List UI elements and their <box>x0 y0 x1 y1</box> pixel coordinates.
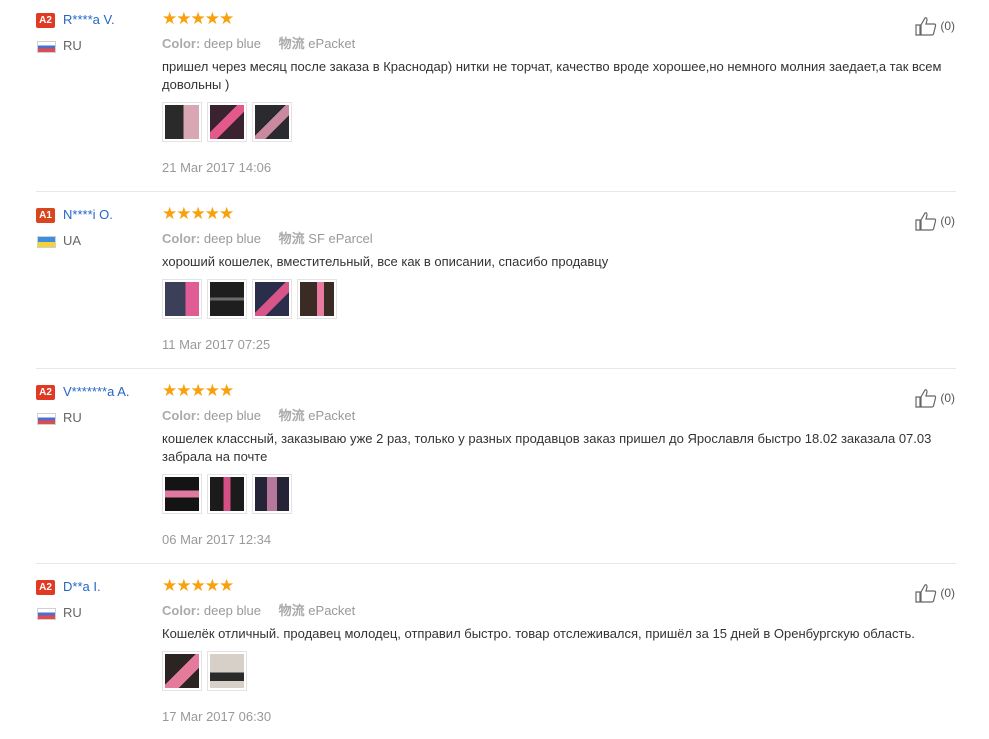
star-rating: ★★★★★ <box>162 576 234 595</box>
review-photo-thumbnail[interactable] <box>162 474 202 514</box>
review-photo-thumbnail[interactable] <box>162 102 202 142</box>
helpful-button[interactable]: (0) <box>914 583 955 603</box>
star-rating: ★★★★★ <box>162 204 234 223</box>
thumbs-up-icon <box>915 584 937 603</box>
thumbs-up-icon <box>915 212 937 231</box>
country-flag-icon <box>37 413 56 425</box>
color-value: deep blue <box>203 36 262 51</box>
shipping-value: SF eParcel <box>308 231 373 246</box>
color-label: Color: <box>162 603 201 618</box>
order-info: Color: deep blue 物流 ePacket <box>162 33 355 52</box>
star-rating: ★★★★★ <box>162 381 234 400</box>
review-photo-thumbnail[interactable] <box>252 279 292 319</box>
order-info: Color: deep blue 物流 SF eParcel <box>162 228 373 247</box>
review-item: A2 R****a V. RU ★★★★★ Color: deep blue 物… <box>36 9 956 192</box>
review-photos <box>162 474 292 514</box>
order-info: Color: deep blue 物流 ePacket <box>162 600 355 619</box>
buyer-level-badge: A2 <box>36 13 55 28</box>
review-text: Кошелёк отличный. продавец молодец, отпр… <box>162 626 915 641</box>
color-value: deep blue <box>203 408 262 423</box>
shipping-label: 物流 <box>278 408 305 423</box>
review-photo-thumbnail[interactable] <box>162 651 202 691</box>
shipping-label: 物流 <box>278 231 305 246</box>
shipping-value: ePacket <box>308 603 356 618</box>
shipping-value: ePacket <box>308 36 356 51</box>
shipping-label: 物流 <box>278 36 305 51</box>
color-value: deep blue <box>203 603 262 618</box>
review-date: 17 Mar 2017 06:30 <box>162 709 272 724</box>
reviewer-name: R****a V. <box>63 12 115 27</box>
review-photo-thumbnail[interactable] <box>162 279 202 319</box>
review-photos <box>162 102 292 142</box>
review-photo-thumbnail[interactable] <box>207 279 247 319</box>
color-label: Color: <box>162 231 201 246</box>
helpful-count: (0) <box>940 214 955 228</box>
color-value: deep blue <box>203 231 262 246</box>
review-photos <box>162 279 337 319</box>
review-text: пришел через месяц после заказа в Красно… <box>162 59 942 92</box>
helpful-button[interactable]: (0) <box>914 16 955 36</box>
reviewer-country: UA <box>63 233 82 248</box>
review-photo-thumbnail[interactable] <box>297 279 337 319</box>
country-flag-icon <box>37 236 56 248</box>
review-photo-thumbnail[interactable] <box>252 102 292 142</box>
country-flag-icon <box>37 608 56 620</box>
buyer-level-badge: A2 <box>36 385 55 400</box>
helpful-button[interactable]: (0) <box>914 211 955 231</box>
review-photos <box>162 651 247 691</box>
reviewer-country: RU <box>63 38 82 53</box>
review-date: 21 Mar 2017 14:06 <box>162 160 272 175</box>
helpful-count: (0) <box>940 586 955 600</box>
review-text: хороший кошелек, вместительный, все как … <box>162 254 609 269</box>
review-photo-thumbnail[interactable] <box>207 651 247 691</box>
reviewer-country: RU <box>63 410 82 425</box>
helpful-button[interactable]: (0) <box>914 388 955 408</box>
reviewer-name: N****i O. <box>63 207 113 222</box>
shipping-label: 物流 <box>278 603 305 618</box>
review-date: 06 Mar 2017 12:34 <box>162 532 272 547</box>
thumbs-up-icon <box>915 389 937 408</box>
review-date: 11 Mar 2017 07:25 <box>162 337 271 352</box>
color-label: Color: <box>162 408 201 423</box>
star-rating: ★★★★★ <box>162 9 234 28</box>
buyer-level-badge: A2 <box>36 580 55 595</box>
helpful-count: (0) <box>940 391 955 405</box>
color-label: Color: <box>162 36 201 51</box>
review-item: A2 D**a I. RU ★★★★★ Color: deep blue 物流 … <box>36 576 956 739</box>
shipping-value: ePacket <box>308 408 356 423</box>
helpful-count: (0) <box>940 19 955 33</box>
reviewer-country: RU <box>63 605 82 620</box>
order-info: Color: deep blue 物流 ePacket <box>162 405 355 424</box>
buyer-level-badge: A1 <box>36 208 55 223</box>
thumbs-up-icon <box>915 17 937 36</box>
review-photo-thumbnail[interactable] <box>252 474 292 514</box>
review-text: кошелек классный, заказываю уже 2 раз, т… <box>162 431 932 464</box>
review-photo-thumbnail[interactable] <box>207 474 247 514</box>
review-photo-thumbnail[interactable] <box>207 102 247 142</box>
review-item: A2 V*******a A. RU ★★★★★ Color: deep blu… <box>36 381 956 564</box>
reviewer-name: V*******a A. <box>63 384 130 399</box>
reviewer-name: D**a I. <box>63 579 101 594</box>
review-item: A1 N****i O. UA ★★★★★ Color: deep blue 物… <box>36 204 956 369</box>
country-flag-icon <box>37 41 56 53</box>
